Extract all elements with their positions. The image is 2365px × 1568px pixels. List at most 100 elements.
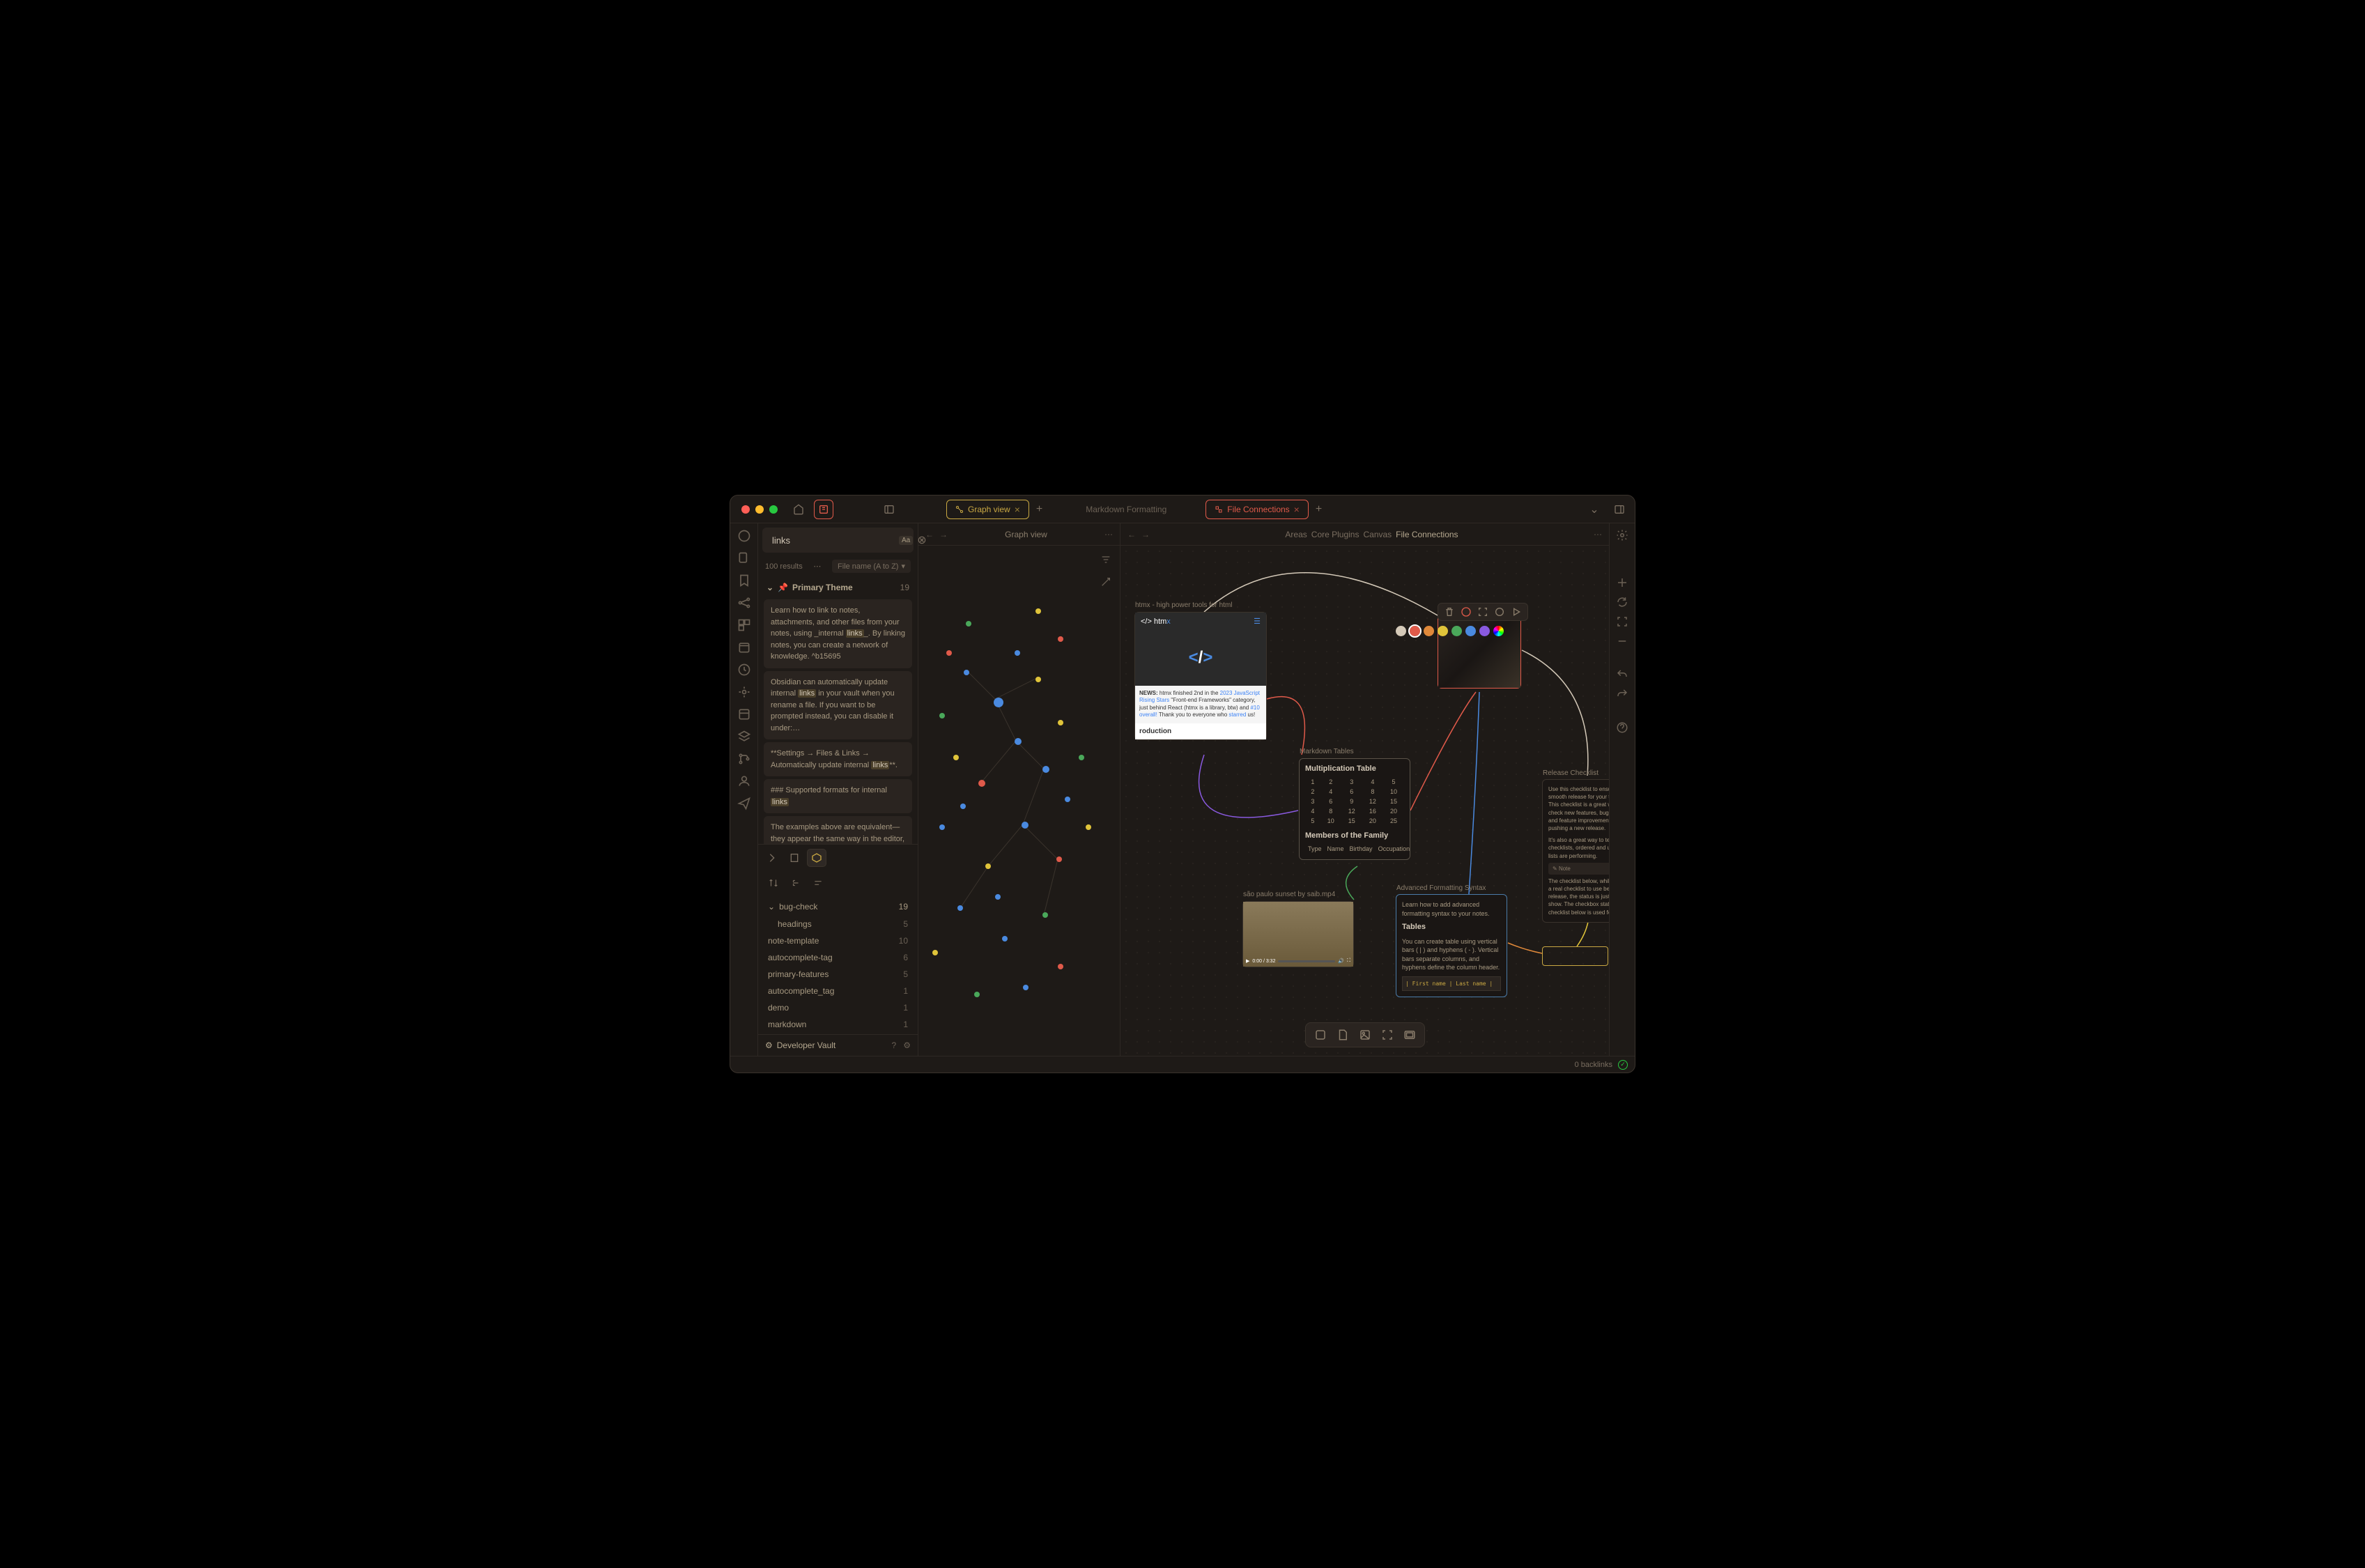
layers-icon[interactable] — [737, 730, 751, 744]
vault-switcher[interactable]: ⚙ Developer Vault ? ⚙ — [758, 1034, 918, 1056]
canvas-node-empty[interactable] — [1542, 946, 1608, 966]
fullscreen-icon[interactable]: ⛶ — [1347, 958, 1350, 964]
expand-icon[interactable] — [786, 874, 806, 892]
outline-tab-icon[interactable] — [762, 849, 782, 867]
search-input[interactable] — [772, 535, 895, 546]
color-swatch-custom[interactable] — [1493, 626, 1504, 636]
graph-node[interactable] — [1022, 822, 1029, 829]
files-icon[interactable] — [737, 551, 751, 565]
send-icon[interactable] — [737, 797, 751, 810]
video-scrubber[interactable] — [1278, 960, 1335, 962]
canvas-node-markdown-tables[interactable]: Markdown Tables Multiplication Table 123… — [1299, 758, 1410, 860]
clock-icon[interactable] — [737, 663, 751, 677]
add-media-icon[interactable] — [1357, 1027, 1373, 1043]
canvas-node-video[interactable]: são paulo sunset by saib.mp4 ▶ 0:00 / 3:… — [1242, 901, 1354, 967]
redo-icon[interactable] — [1616, 688, 1628, 700]
color-swatch-selected[interactable] — [1410, 626, 1420, 636]
close-icon[interactable]: × — [1294, 504, 1300, 515]
graph-node[interactable] — [939, 713, 945, 718]
bookmark-icon[interactable] — [737, 574, 751, 587]
canvas-view[interactable]: htmx - high power tools for html </> htm… — [1120, 546, 1609, 1056]
tag-item[interactable]: headings5 — [764, 916, 912, 932]
reading-mode-icon[interactable] — [814, 500, 833, 519]
refresh-icon[interactable] — [1616, 596, 1628, 608]
graph-node[interactable] — [939, 824, 945, 830]
tag-item[interactable]: markdown1 — [764, 1016, 912, 1033]
tag-item[interactable]: primary-features5 — [764, 966, 912, 983]
settings-icon[interactable]: ⚙ — [903, 1040, 911, 1050]
tag-item[interactable]: autocomplete_tag1 — [764, 983, 912, 999]
help-icon[interactable]: ? — [892, 1040, 897, 1050]
color-swatch[interactable] — [1451, 626, 1462, 636]
quick-switcher-icon[interactable] — [737, 529, 751, 543]
crumb[interactable]: Areas — [1285, 530, 1307, 539]
tags-tab-icon[interactable] — [807, 849, 826, 867]
sort-icon[interactable] — [764, 874, 783, 892]
sidebar-toggle-icon[interactable] — [879, 500, 899, 519]
chevron-down-icon[interactable]: ⌄ — [1585, 500, 1604, 519]
tag-item[interactable]: note-template10 — [764, 932, 912, 949]
fullscreen-icon[interactable] — [1616, 615, 1628, 628]
graph-node[interactable] — [1015, 738, 1022, 745]
right-sidebar-toggle-icon[interactable] — [1610, 500, 1629, 519]
crumb[interactable]: Canvas — [1363, 530, 1392, 539]
more-icon[interactable]: ⋯ — [1594, 530, 1602, 539]
graph-node[interactable] — [1058, 720, 1063, 725]
result-group-header[interactable]: ⌄ 📌 Primary Theme 19 — [764, 578, 912, 597]
graph-node[interactable] — [994, 698, 1003, 707]
settings-icon[interactable] — [1616, 529, 1628, 541]
color-swatch[interactable] — [1396, 626, 1406, 636]
search-result[interactable]: Learn how to link to notes, attachments,… — [764, 599, 912, 668]
delete-icon[interactable] — [1444, 606, 1455, 617]
color-swatch[interactable] — [1424, 626, 1434, 636]
play-icon[interactable]: ▶ — [1246, 958, 1249, 964]
tag-item[interactable]: demo1 — [764, 999, 912, 1016]
person-icon[interactable] — [737, 774, 751, 788]
git-icon[interactable] — [737, 752, 751, 766]
graph-icon[interactable] — [737, 596, 751, 610]
help-icon[interactable] — [1616, 721, 1628, 734]
graph-node[interactable] — [1023, 985, 1029, 990]
graph-view[interactable] — [918, 546, 1120, 1056]
focus-icon[interactable] — [1477, 606, 1488, 617]
close-window[interactable] — [741, 505, 750, 514]
search-result[interactable]: ### Supported formats for internal links — [764, 779, 912, 813]
search-result[interactable]: **Settings → Files & Links → Automatical… — [764, 742, 912, 776]
minimize-window[interactable] — [755, 505, 764, 514]
graph-node[interactable] — [1042, 912, 1048, 918]
more-icon[interactable]: ⋯ — [1104, 530, 1113, 539]
tab-file-connections[interactable]: File Connections × — [1205, 500, 1309, 519]
forward-icon[interactable]: → — [939, 530, 948, 539]
home-icon[interactable] — [789, 500, 808, 519]
graph-node[interactable] — [932, 950, 938, 955]
match-case-badge[interactable]: Aa — [899, 536, 913, 545]
maximize-window[interactable] — [769, 505, 778, 514]
canvas-node-release-checklist[interactable]: Release Checklist Use this checklist to … — [1542, 779, 1609, 923]
tag-group-header[interactable]: ⌄ bug-check 19 — [764, 898, 912, 916]
graph-node[interactable] — [957, 905, 963, 911]
filter-icon[interactable] — [1097, 551, 1114, 568]
graph-node[interactable] — [1035, 677, 1041, 682]
graph-node[interactable] — [1079, 755, 1084, 760]
tag-item[interactable]: autocomplete-tag6 — [764, 949, 912, 966]
graph-node[interactable] — [946, 650, 952, 656]
backlink-count[interactable]: 0 backlinks — [1575, 1061, 1612, 1069]
tab-markdown[interactable]: Markdown Formatting — [1077, 501, 1175, 518]
canvas-icon[interactable] — [737, 618, 751, 632]
add-card-icon[interactable] — [1313, 1027, 1328, 1043]
add-group-icon[interactable] — [1402, 1027, 1417, 1043]
canvas-node-webpage[interactable]: htmx - high power tools for html </> htm… — [1134, 612, 1267, 740]
graph-node[interactable] — [974, 992, 980, 997]
add-link-icon[interactable] — [1380, 1027, 1395, 1043]
play-icon[interactable] — [1511, 606, 1522, 617]
graph-node[interactable] — [953, 755, 959, 760]
menu-icon[interactable]: ☰ — [1254, 617, 1261, 626]
minus-icon[interactable] — [1616, 635, 1628, 647]
back-icon[interactable]: ← — [1127, 530, 1136, 539]
graph-node[interactable] — [1058, 636, 1063, 642]
graph-node[interactable] — [978, 780, 985, 787]
graph-node[interactable] — [966, 621, 971, 627]
templates-icon[interactable] — [737, 707, 751, 721]
graph-node[interactable] — [1002, 936, 1008, 941]
graph-node[interactable] — [964, 670, 969, 675]
